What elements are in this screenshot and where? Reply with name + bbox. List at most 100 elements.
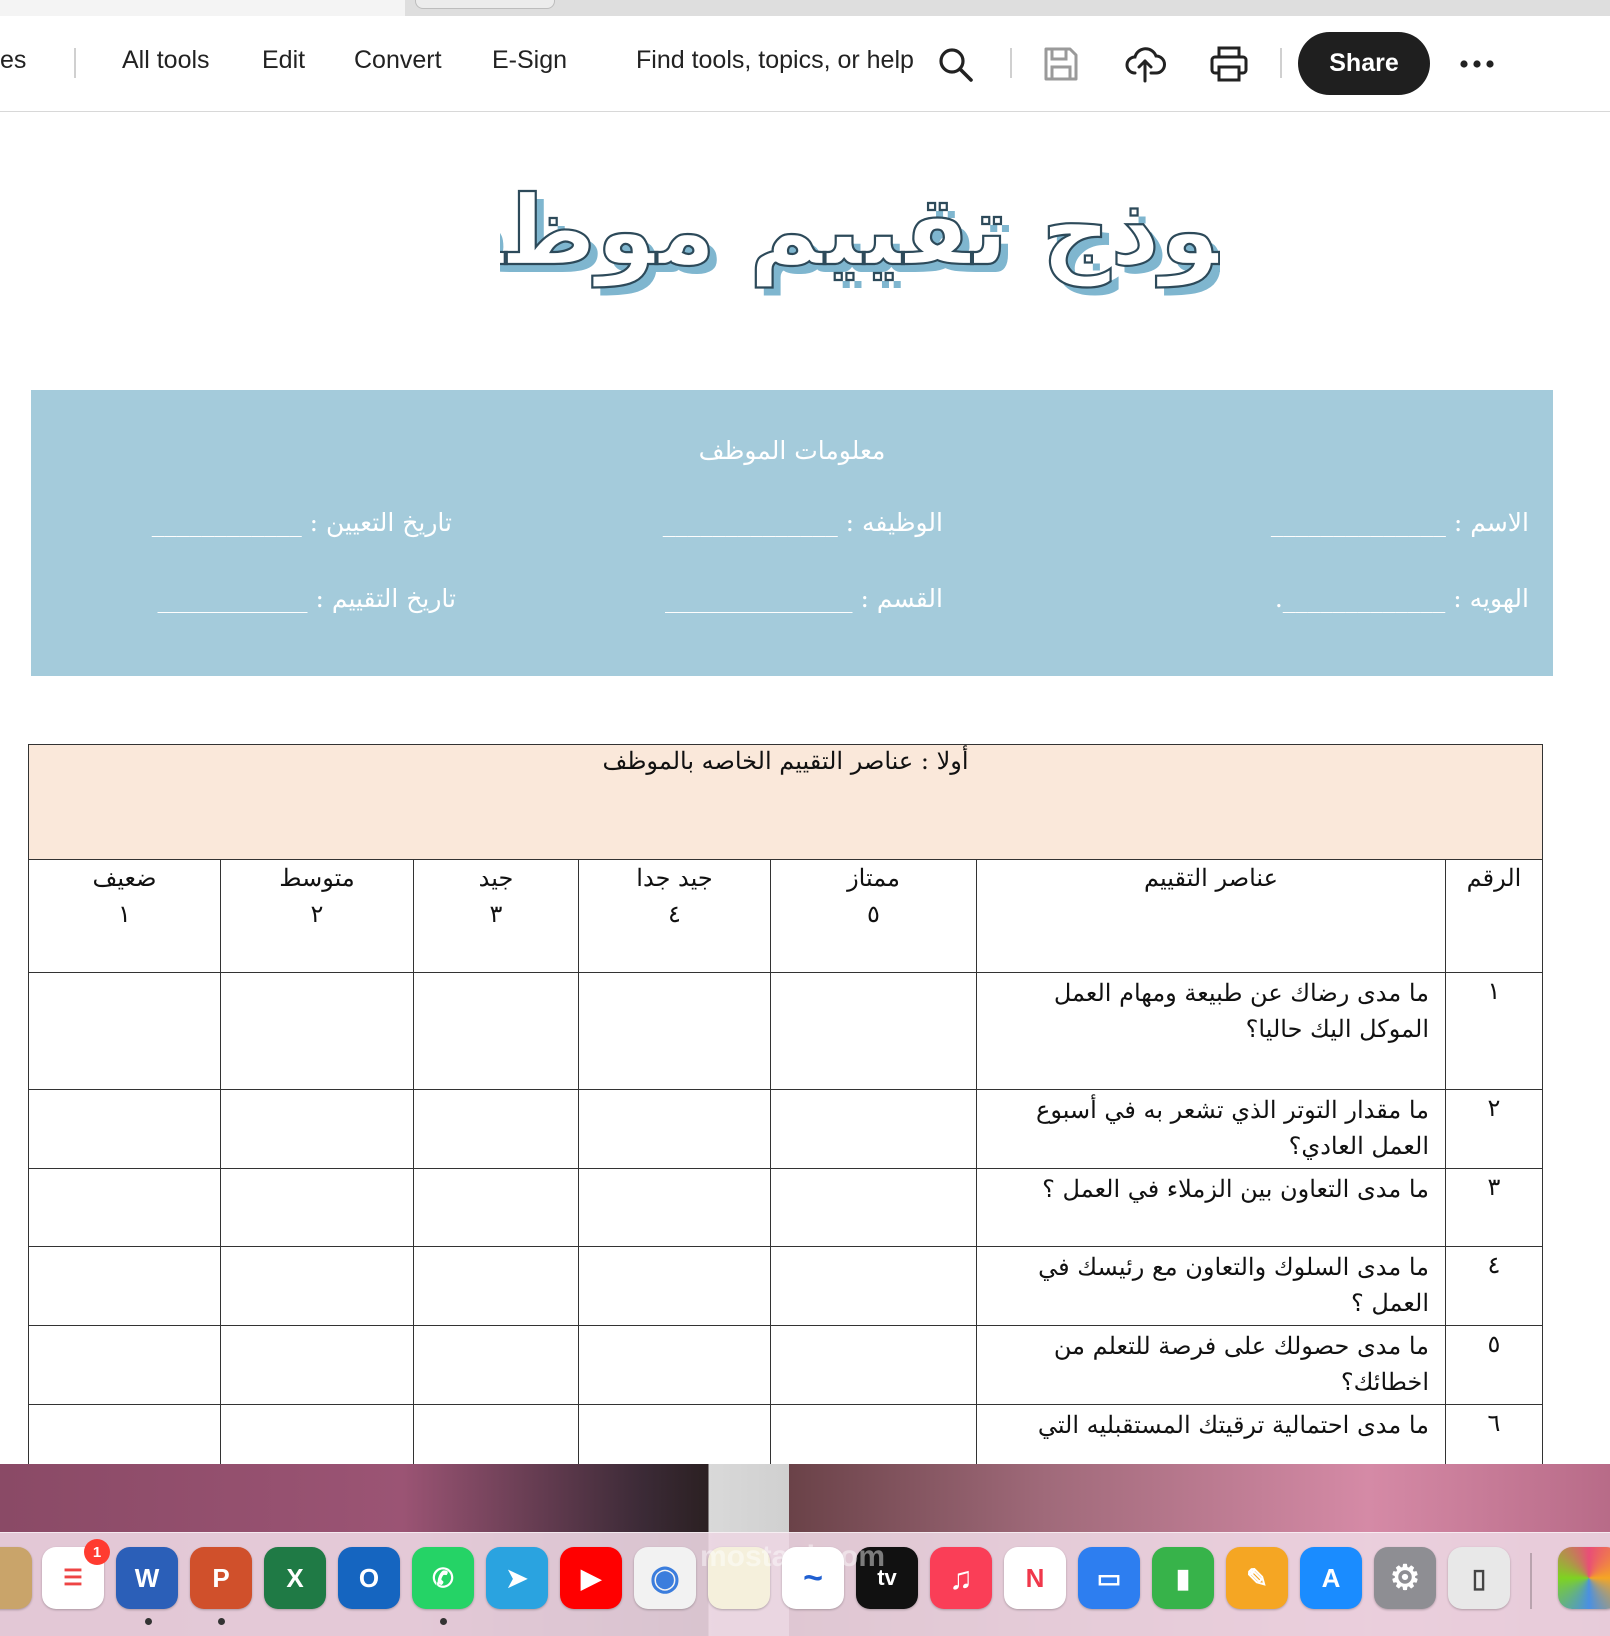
share-button[interactable]: Share	[1298, 32, 1430, 95]
employee-info-box: معلومات الموظف الاسم : ______________ ال…	[31, 390, 1553, 676]
dock-appstore-icon[interactable]: A	[1300, 1547, 1362, 1609]
row-question: ما مقدار التوتر الذي تشعر به في أسبوع ال…	[976, 1089, 1446, 1169]
cloud-upload-icon[interactable]	[1124, 43, 1166, 85]
table-row: ١ ما مدى رضاك عن طبيعة ومهام العمل الموك…	[28, 972, 1543, 1090]
table-row: ٦ ما مدى احتمالية ترقيتك المستقبليه التي	[28, 1404, 1543, 1464]
rating-cell[interactable]	[770, 1168, 977, 1247]
search-label[interactable]: Find tools, topics, or help	[636, 46, 914, 75]
header-excellent: ممتاز ٥	[770, 859, 977, 973]
rating-cell[interactable]	[28, 1325, 221, 1405]
rating-cell[interactable]	[220, 1404, 414, 1464]
menu-convert[interactable]: Convert	[354, 46, 442, 75]
dock-numbers-icon[interactable]: ▮	[1152, 1547, 1214, 1609]
header-weak: ضعيف ١	[28, 859, 221, 973]
print-icon[interactable]	[1208, 43, 1250, 85]
rating-cell[interactable]	[28, 1168, 221, 1247]
row-number: ٣	[1445, 1168, 1543, 1247]
rating-cell[interactable]	[413, 1089, 579, 1169]
info-caption: معلومات الموظف	[698, 436, 886, 465]
search-icon[interactable]	[934, 43, 976, 85]
dock-app-partial[interactable]	[0, 1547, 32, 1609]
rating-cell[interactable]	[220, 1089, 414, 1169]
table-row: ٢ ما مقدار التوتر الذي تشعر به في أسبوع …	[28, 1089, 1543, 1169]
rating-cell[interactable]	[220, 1246, 414, 1326]
rating-cell[interactable]	[578, 1325, 771, 1405]
rating-cell[interactable]	[770, 972, 977, 1090]
dock-powerpoint-icon[interactable]: P	[190, 1547, 252, 1609]
rating-cell[interactable]	[28, 1089, 221, 1169]
rating-cell[interactable]	[28, 972, 221, 1090]
running-indicator	[218, 1618, 225, 1625]
rating-cell[interactable]	[770, 1089, 977, 1169]
dock-word-icon[interactable]: W	[116, 1547, 178, 1609]
menu-edit[interactable]: Edit	[262, 46, 305, 75]
watermark-text: mostaql.com	[700, 1540, 886, 1573]
row-number: ١	[1445, 972, 1543, 1090]
dock-photos-icon[interactable]	[1558, 1547, 1610, 1609]
running-indicator	[145, 1618, 152, 1625]
tab-bar	[405, 0, 1610, 16]
header-number: الرقم	[1445, 859, 1543, 973]
field-hire-date[interactable]: تاريخ التعيين : ____________	[152, 508, 452, 537]
toolbar-separator	[1280, 48, 1282, 78]
dock-excel-icon[interactable]: X	[264, 1547, 326, 1609]
rating-cell[interactable]	[413, 1325, 579, 1405]
rating-cell[interactable]	[770, 1325, 977, 1405]
row-number: ٥	[1445, 1325, 1543, 1405]
rating-cell[interactable]	[770, 1404, 977, 1464]
dock-keynote-icon[interactable]: ▭	[1078, 1547, 1140, 1609]
table-row: ٤ ما مدى السلوك والتعاون مع رئيسك في الع…	[28, 1246, 1543, 1326]
row-question: ما مدى السلوك والتعاون مع رئيسك في العمل…	[976, 1246, 1446, 1326]
table-row: ٥ ما مدى حصولك على فرصة للتعلم من اخطائك…	[28, 1325, 1543, 1405]
dock-pages-icon[interactable]: ✎	[1226, 1547, 1288, 1609]
save-icon[interactable]	[1040, 43, 1082, 85]
document-title: نموذج تقييم موظف نموذج تقييم موظف	[500, 174, 1220, 296]
dock-settings-icon[interactable]: ⚙	[1374, 1547, 1436, 1609]
rating-cell[interactable]	[220, 1168, 414, 1247]
menu-fragment[interactable]: es	[0, 46, 26, 75]
dock-telegram-icon[interactable]: ➤	[486, 1547, 548, 1609]
notification-badge: 1	[84, 1539, 110, 1565]
rating-cell[interactable]	[413, 972, 579, 1090]
dock-whatsapp-icon[interactable]: ✆	[412, 1547, 474, 1609]
row-number: ٢	[1445, 1089, 1543, 1169]
field-eval-date[interactable]: تاريخ التقييم : ____________	[158, 584, 457, 613]
header-average: متوسط ٢	[220, 859, 414, 973]
browser-tab-strip	[0, 0, 1610, 16]
dock-youtube-icon[interactable]: ▶	[560, 1547, 622, 1609]
menu-e-sign[interactable]: E-Sign	[492, 46, 567, 75]
rating-cell[interactable]	[220, 972, 414, 1090]
row-question: ما مدى التعاون بين الزملاء في العمل ؟	[976, 1168, 1446, 1247]
rating-cell[interactable]	[28, 1404, 221, 1464]
more-options-icon[interactable]	[1456, 43, 1498, 85]
field-job[interactable]: الوظيفه : ______________	[663, 508, 943, 537]
field-id[interactable]: الهويه : _____________.	[1275, 584, 1529, 613]
rating-cell[interactable]	[578, 1404, 771, 1464]
dock-music-icon[interactable]: ♫	[930, 1547, 992, 1609]
rating-cell[interactable]	[413, 1246, 579, 1326]
browser-tab[interactable]	[415, 0, 555, 9]
title-text: نموذج تقييم موظف	[500, 175, 1220, 288]
dock-chrome-icon[interactable]: ◉	[634, 1547, 696, 1609]
dock-reminders-icon[interactable]: ☰ 1	[42, 1539, 110, 1609]
menu-all-tools[interactable]: All tools	[122, 46, 210, 75]
acrobat-toolbar: es All tools Edit Convert E-Sign Find to…	[0, 16, 1610, 112]
rating-cell[interactable]	[413, 1168, 579, 1247]
rating-cell[interactable]	[578, 1246, 771, 1326]
rating-cell[interactable]	[770, 1246, 977, 1326]
rating-cell[interactable]	[413, 1404, 579, 1464]
rating-cell[interactable]	[28, 1246, 221, 1326]
field-name[interactable]: الاسم : ______________	[1271, 508, 1529, 537]
dock-iphone-mirroring-icon[interactable]: ▯	[1448, 1547, 1510, 1609]
dock-separator	[1530, 1553, 1532, 1609]
running-indicator	[440, 1618, 447, 1625]
rating-cell[interactable]	[578, 1168, 771, 1247]
rating-cell[interactable]	[220, 1325, 414, 1405]
rating-cell[interactable]	[578, 1089, 771, 1169]
field-department[interactable]: القسم : _______________	[665, 584, 943, 613]
evaluation-table: أولا : عناصر التقييم الخاصه بالموظف الرق…	[28, 744, 1543, 1464]
dock-news-icon[interactable]: N	[1004, 1547, 1066, 1609]
dock-outlook-icon[interactable]: O	[338, 1547, 400, 1609]
row-number: ٤	[1445, 1246, 1543, 1326]
rating-cell[interactable]	[578, 972, 771, 1090]
